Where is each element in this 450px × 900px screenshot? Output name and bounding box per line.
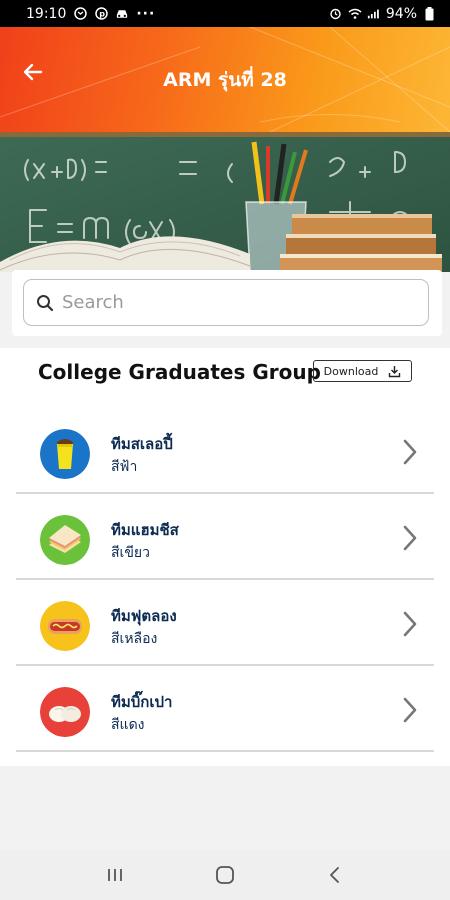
ham-cheese-sandwich-icon <box>40 515 90 565</box>
recent-apps-button[interactable] <box>95 855 135 895</box>
recent-apps-icon <box>108 869 122 881</box>
home-icon <box>216 866 234 884</box>
more-dots-icon: ··· <box>136 5 156 22</box>
svg-text:p: p <box>99 10 105 19</box>
bao-bun-icon <box>40 687 90 737</box>
system-nav-bar <box>0 850 450 900</box>
team-list: ทีมสเลอปี้ สีฟ้า ทีมแฮมชีส สีเขียว ทีมฟุ… <box>16 408 434 752</box>
footlong-hotdog-icon <box>40 601 90 651</box>
wifi-icon <box>348 7 362 21</box>
page-title: ARM รุ่นที่ 28 <box>163 69 287 91</box>
search-box[interactable] <box>23 279 429 326</box>
download-label: Download <box>323 364 379 378</box>
team-row-ham-cheese[interactable]: ทีมแฮมชีส สีเขียว <box>16 494 434 580</box>
chevron-right-icon <box>403 439 417 465</box>
team-color: สีแดง <box>111 717 145 733</box>
team-row-bao[interactable]: ทีมบิ๊กเปา สีแดง <box>16 666 434 752</box>
app-header: ARM รุ่นที่ 28 <box>0 27 450 132</box>
search-input[interactable] <box>62 292 402 313</box>
car-icon <box>115 7 129 21</box>
group-card: College Graduates Group Download ทีมสเลอ… <box>0 348 450 766</box>
team-color: สีเขียว <box>111 545 150 561</box>
search-icon <box>37 294 54 311</box>
team-name: ทีมแฮมชีส <box>111 521 179 539</box>
team-color: สีเหลือง <box>111 631 158 647</box>
battery-icon <box>422 6 436 21</box>
back-icon <box>330 867 339 883</box>
banner-image <box>0 132 450 280</box>
alarm-icon <box>329 7 343 21</box>
classroom-banner-illustration <box>0 132 450 280</box>
status-time: 19:10 <box>26 5 67 22</box>
battery-percent: 94% <box>385 5 417 22</box>
search-container <box>12 270 442 336</box>
chevron-right-icon <box>403 525 417 551</box>
download-icon <box>389 365 401 377</box>
pinterest-icon: p <box>94 7 108 21</box>
team-name: ทีมฟุตลอง <box>111 607 177 625</box>
team-color: สีฟ้า <box>111 459 138 475</box>
team-row-footlong[interactable]: ทีมฟุตลอง สีเหลือง <box>16 580 434 666</box>
book-stack <box>280 214 442 276</box>
status-left: 19:10 p ··· <box>26 6 155 22</box>
system-back-button[interactable] <box>315 855 355 895</box>
status-right: 94% <box>329 6 436 22</box>
home-button[interactable] <box>205 855 245 895</box>
status-bar: 19:10 p ··· 94% <box>0 0 450 27</box>
gmail-icon <box>73 7 87 21</box>
team-row-slurpee[interactable]: ทีมสเลอปี้ สีฟ้า <box>16 408 434 494</box>
team-name: ทีมสเลอปี้ <box>111 435 173 453</box>
chevron-right-icon <box>403 611 417 637</box>
download-button[interactable]: Download <box>313 360 412 382</box>
group-title: College Graduates Group <box>38 360 321 384</box>
team-name: ทีมบิ๊กเปา <box>111 693 173 711</box>
slurpee-cup-icon <box>40 429 90 479</box>
signal-icon <box>367 7 381 21</box>
chevron-right-icon <box>403 697 417 723</box>
